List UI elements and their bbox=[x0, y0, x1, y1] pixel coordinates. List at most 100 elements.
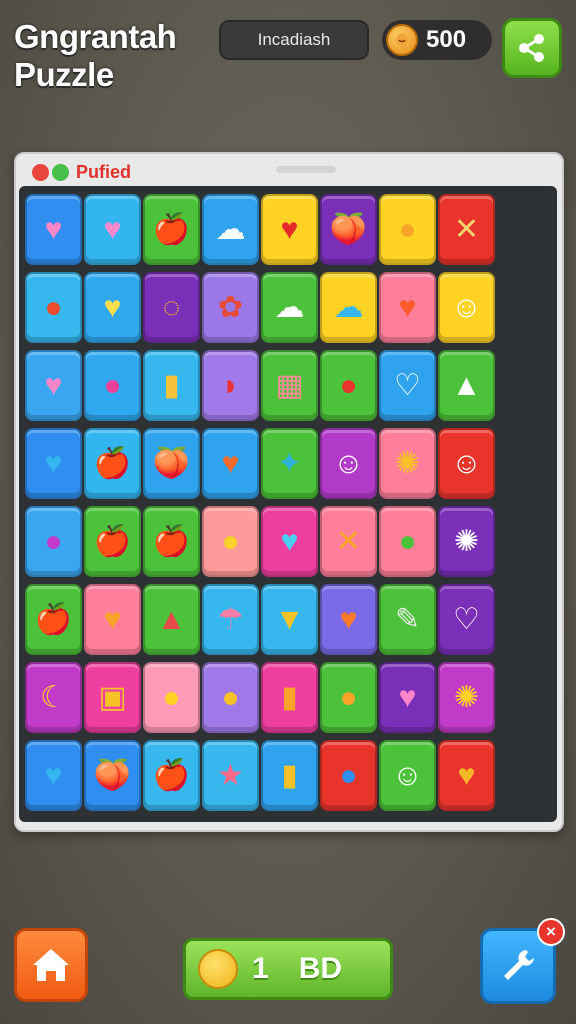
tile[interactable]: ● bbox=[379, 194, 436, 265]
tile-icon: ● bbox=[103, 368, 122, 402]
tile[interactable]: ☁ bbox=[202, 194, 259, 265]
tile[interactable]: ▣ bbox=[84, 662, 141, 733]
tile[interactable]: ✿ bbox=[202, 272, 259, 343]
tile-icon: ✎ bbox=[394, 602, 421, 636]
tile-icon: ♡ bbox=[394, 368, 421, 402]
tile[interactable]: ▮ bbox=[261, 662, 318, 733]
coin-icon bbox=[198, 949, 238, 989]
tile[interactable]: ● bbox=[379, 506, 436, 577]
tile[interactable]: ● bbox=[320, 662, 377, 733]
tile-icon: ▣ bbox=[98, 680, 127, 714]
tile-icon: ● bbox=[221, 680, 240, 714]
tile[interactable]: ♥ bbox=[25, 194, 82, 265]
tile[interactable]: 🍑 bbox=[84, 740, 141, 811]
tile[interactable]: ♥ bbox=[84, 584, 141, 655]
tile[interactable]: ♥ bbox=[25, 350, 82, 421]
tile[interactable]: ✦ bbox=[261, 428, 318, 499]
tile-icon: ♥ bbox=[398, 680, 417, 714]
tile[interactable]: 🍎 bbox=[25, 584, 82, 655]
tile[interactable]: ✕ bbox=[320, 506, 377, 577]
tile-icon: ▦ bbox=[275, 368, 304, 402]
tile[interactable]: ☺ bbox=[379, 740, 436, 811]
score-label: BD bbox=[298, 952, 343, 985]
tile-icon: ▲ bbox=[156, 602, 187, 636]
close-badge[interactable]: × bbox=[537, 918, 565, 946]
tile[interactable]: 🍑 bbox=[320, 194, 377, 265]
tile[interactable]: ♥ bbox=[320, 584, 377, 655]
tile-icon: ♥ bbox=[280, 212, 299, 246]
tile[interactable]: ♥ bbox=[84, 194, 141, 265]
tile-icon: 🍎 bbox=[34, 602, 73, 636]
tile-icon: ● bbox=[339, 758, 358, 792]
share-button[interactable] bbox=[502, 18, 562, 78]
tile-icon: 🍎 bbox=[93, 446, 132, 480]
tile[interactable]: ♥ bbox=[438, 740, 495, 811]
tile[interactable]: 🍑 bbox=[143, 428, 200, 499]
tile[interactable]: 🍎 bbox=[84, 428, 141, 499]
tile[interactable]: ✕ bbox=[438, 194, 495, 265]
home-button[interactable] bbox=[14, 928, 88, 1002]
tile[interactable]: ♥ bbox=[25, 740, 82, 811]
tile[interactable]: ✺ bbox=[379, 428, 436, 499]
tile[interactable]: 🍎 bbox=[84, 506, 141, 577]
share-icon bbox=[519, 34, 544, 62]
tile-icon: ✺ bbox=[453, 524, 480, 558]
tile[interactable]: ★ bbox=[202, 740, 259, 811]
tile[interactable]: ☺ bbox=[438, 272, 495, 343]
tile[interactable]: ♡ bbox=[438, 584, 495, 655]
tile[interactable]: ◌ bbox=[143, 272, 200, 343]
tile[interactable]: ♥ bbox=[261, 194, 318, 265]
tile[interactable]: ● bbox=[143, 662, 200, 733]
tile[interactable]: ♥ bbox=[25, 428, 82, 499]
tile[interactable]: ✎ bbox=[379, 584, 436, 655]
tile[interactable]: ☾ bbox=[25, 662, 82, 733]
tile[interactable]: ▼ bbox=[261, 584, 318, 655]
tile[interactable]: ♥ bbox=[379, 272, 436, 343]
tile[interactable]: ♥ bbox=[84, 272, 141, 343]
tile[interactable]: ● bbox=[320, 350, 377, 421]
tile[interactable]: 🍎 bbox=[143, 506, 200, 577]
tile-icon: ☁ bbox=[333, 290, 364, 324]
tile-icon: 🍑 bbox=[329, 212, 368, 246]
tile-icon: ▮ bbox=[281, 758, 298, 792]
tile[interactable]: ♡ bbox=[379, 350, 436, 421]
tile[interactable]: ☺ bbox=[438, 428, 495, 499]
tile[interactable]: ♥ bbox=[202, 428, 259, 499]
tile[interactable]: ♥ bbox=[261, 506, 318, 577]
tile-icon: ☂ bbox=[217, 602, 244, 636]
tile[interactable]: ☺ bbox=[320, 428, 377, 499]
tile[interactable]: ▦ bbox=[261, 350, 318, 421]
coin-value: 500 bbox=[426, 26, 467, 53]
tile[interactable]: ✺ bbox=[438, 662, 495, 733]
tile-icon: 🍎 bbox=[152, 212, 191, 246]
tile[interactable]: ● bbox=[84, 350, 141, 421]
title-line-1: Gngrantah bbox=[14, 18, 177, 55]
tile[interactable]: ● bbox=[202, 506, 259, 577]
score-value: 1 bbox=[252, 952, 269, 985]
tile[interactable]: 🍎 bbox=[143, 194, 200, 265]
tile[interactable]: ▲ bbox=[143, 584, 200, 655]
tile[interactable]: ✺ bbox=[438, 506, 495, 577]
tile[interactable]: ♥ bbox=[379, 662, 436, 733]
panel-notch bbox=[276, 166, 336, 173]
tile[interactable]: ▮ bbox=[143, 350, 200, 421]
tile[interactable]: ▲ bbox=[438, 350, 495, 421]
red-dot-icon bbox=[32, 163, 49, 181]
tile[interactable]: ☁ bbox=[261, 272, 318, 343]
tile[interactable]: ● bbox=[202, 662, 259, 733]
status-pill[interactable]: Incadiash bbox=[219, 20, 369, 60]
tile-icon: ▮ bbox=[163, 368, 180, 402]
tile[interactable]: ▮ bbox=[261, 740, 318, 811]
tile[interactable]: ☂ bbox=[202, 584, 259, 655]
tile[interactable]: ◗ bbox=[202, 350, 259, 421]
tile[interactable]: ☁ bbox=[320, 272, 377, 343]
tile[interactable]: 🍎 bbox=[143, 740, 200, 811]
tile-icon: ♡ bbox=[453, 602, 480, 636]
tile-icon: ▲ bbox=[451, 368, 482, 402]
tile[interactable]: ● bbox=[25, 506, 82, 577]
tile-icon: ✿ bbox=[217, 290, 244, 324]
tile[interactable]: ● bbox=[320, 740, 377, 811]
tile[interactable]: ● bbox=[25, 272, 82, 343]
tile-icon: 🍎 bbox=[93, 524, 132, 558]
wrench-icon bbox=[504, 950, 534, 980]
